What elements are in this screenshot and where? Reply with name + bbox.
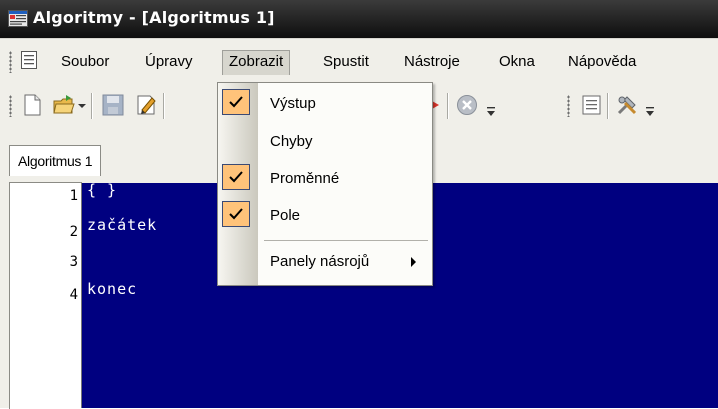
line-number: 3 (69, 254, 78, 270)
menu-item-label: Výstup (270, 95, 316, 112)
menu-separator (264, 240, 428, 241)
menu-item-panely-nasroju[interactable]: Panely násrojů (218, 243, 432, 280)
code-line[interactable]: začátek (87, 210, 157, 240)
toolbar-overflow-chevron[interactable] (645, 105, 655, 119)
menu-item-label: Proměnné (270, 170, 340, 187)
menu-item-label: Chyby (270, 133, 313, 150)
tab-algoritmus-1[interactable]: Algoritmus 1 (9, 145, 102, 176)
app-icon (8, 10, 28, 27)
menu-item-label: Pole (270, 207, 301, 224)
menu-napoveda[interactable]: Nápověda (568, 51, 636, 75)
menubar-grip[interactable] (9, 51, 12, 73)
menu-item-pole[interactable]: Pole (218, 197, 432, 234)
menu-zobrazit[interactable]: Zobrazit (222, 50, 291, 75)
save-icon[interactable] (101, 93, 125, 117)
menu-item-label: Panely násrojů (270, 253, 370, 270)
toolbar-grip[interactable] (567, 95, 570, 117)
menu-item-vystup[interactable]: Výstup (218, 85, 432, 122)
edit-document-icon[interactable] (134, 93, 158, 117)
menu-upravy[interactable]: Úpravy (145, 51, 193, 75)
menu-soubor[interactable]: Soubor (61, 51, 109, 75)
view-menu-dropdown: Výstup Chyby Proměnné Pole Panely násroj… (217, 82, 433, 286)
toolbar-overflow-chevron[interactable] (486, 105, 496, 119)
menu-spustit[interactable]: Spustit (323, 51, 369, 75)
menu-item-promenne[interactable]: Proměnné (218, 160, 432, 197)
toolbar-separator (91, 93, 93, 119)
line-number: 1 (69, 188, 78, 204)
menu-nastroje[interactable]: Nástroje (404, 51, 460, 75)
properties-icon[interactable] (580, 93, 604, 117)
toolbar-grip[interactable] (9, 95, 12, 117)
title-bar[interactable]: Algoritmy - [Algoritmus 1] (0, 0, 718, 38)
open-dropdown-arrow[interactable] (78, 104, 86, 108)
line-number: 4 (69, 287, 78, 303)
line-number-gutter: 1 2 3 4 (9, 182, 82, 409)
checkmark-icon (222, 89, 250, 115)
submenu-arrow-icon (411, 257, 416, 267)
stop-icon[interactable] (455, 93, 479, 117)
line-number: 2 (69, 224, 78, 240)
toolbar-separator (607, 93, 609, 119)
checkmark-icon (222, 201, 250, 227)
window-title: Algoritmy - [Algoritmus 1] (33, 8, 275, 27)
tools-icon[interactable] (615, 93, 639, 117)
menu-okna[interactable]: Okna (499, 51, 535, 75)
menu-bar: Soubor Úpravy Zobrazit Spustit Nástroje … (0, 38, 718, 84)
open-folder-icon[interactable] (52, 93, 76, 117)
menu-item-chyby[interactable]: Chyby (218, 123, 432, 160)
document-menu-icon[interactable] (20, 50, 38, 70)
toolbar-separator (163, 93, 165, 119)
new-file-icon[interactable] (20, 93, 44, 117)
code-line[interactable]: { } (87, 175, 117, 205)
checkmark-icon (222, 164, 250, 190)
toolbar-separator (447, 93, 449, 119)
code-line[interactable]: konec (87, 274, 137, 304)
